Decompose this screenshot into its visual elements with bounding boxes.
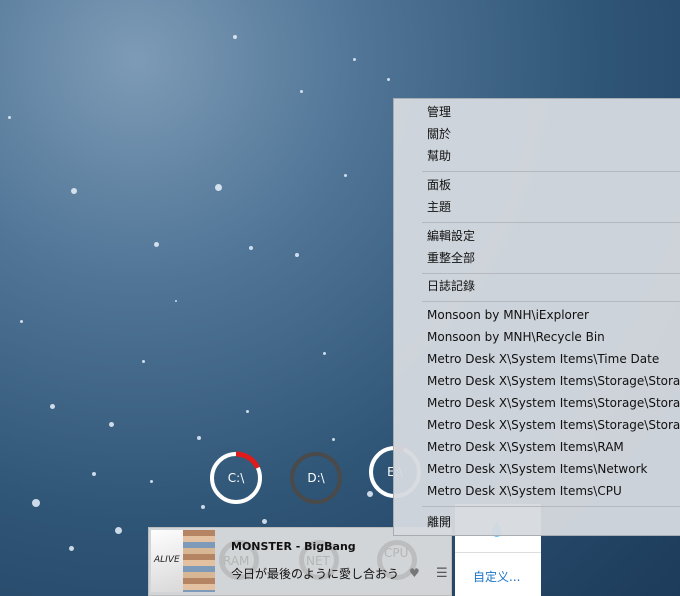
menu-divider — [422, 171, 680, 172]
menu-item-theme[interactable]: 主題 — [427, 196, 451, 218]
menu-item-about[interactable]: 關於 — [427, 123, 451, 145]
menu-item-skin[interactable]: Metro Desk X\System Items\RAM — [427, 436, 624, 458]
music-player[interactable]: ALIVE RAM NET CPU MONSTER - BigBang 今日が最… — [148, 527, 452, 596]
drive-c-gauge[interactable]: C:\ — [208, 450, 264, 506]
snowflake — [32, 499, 40, 507]
menu-item-skin[interactable]: Monsoon by MNH\iExplorer — [427, 304, 589, 326]
snowflake — [249, 246, 253, 250]
menu-divider — [422, 222, 680, 223]
snowflake — [344, 174, 347, 177]
menu-item-skin[interactable]: Metro Desk X\System Items\Storage\Storag… — [427, 414, 680, 436]
cpu-ghost-label: CPU — [384, 546, 409, 560]
snowflake — [50, 404, 55, 409]
snowflake — [142, 360, 145, 363]
menu-item-help[interactable]: 幫助 — [427, 145, 451, 167]
menu-item-skin[interactable]: Metro Desk X\System Items\Network — [427, 458, 647, 480]
snowflake — [300, 90, 303, 93]
context-menu: 管理 關於 幫助 面板 主題 編輯設定 重整全部 日誌記錄 Monsoon by… — [393, 98, 680, 536]
menu-item-skin[interactable]: Metro Desk X\System Items\Storage\Storag… — [427, 392, 680, 414]
snowflake — [246, 410, 249, 413]
snowflake — [353, 58, 356, 61]
menu-item-edit-settings[interactable]: 編輯設定 — [427, 225, 475, 247]
snowflake — [215, 184, 222, 191]
menu-divider — [422, 301, 680, 302]
menu-item-manage[interactable]: 管理 — [427, 101, 451, 123]
album-title: ALIVE — [154, 555, 180, 565]
lyric-line: 今日が最後のように愛し合おう — [231, 567, 400, 581]
snowflake — [8, 116, 11, 119]
snowflake — [262, 519, 267, 524]
snowflake — [71, 188, 77, 194]
heart-icon[interactable]: ♥ — [409, 566, 420, 580]
snowflake — [197, 436, 201, 440]
drive-d-label: D:\ — [307, 471, 325, 485]
menu-divider — [422, 506, 680, 507]
snowflake — [69, 546, 74, 551]
snowflake — [387, 78, 390, 81]
drive-d-gauge[interactable]: D:\ — [288, 450, 344, 506]
snowflake — [175, 300, 177, 302]
menu-item-skin[interactable]: Monsoon by MNH\Recycle Bin — [427, 326, 605, 348]
snowflake — [233, 35, 237, 39]
menu-item-panel[interactable]: 面板 — [427, 174, 451, 196]
snowflake — [201, 505, 205, 509]
snowflake — [323, 352, 326, 355]
panel-divider — [455, 552, 541, 553]
menu-item-log[interactable]: 日誌記錄 — [427, 275, 475, 297]
menu-item-refresh-all[interactable]: 重整全部 — [427, 247, 475, 269]
snowflake — [115, 527, 122, 534]
album-art: ALIVE — [151, 530, 215, 592]
snowflake — [20, 320, 23, 323]
drive-c-label: C:\ — [227, 471, 245, 485]
snowflake — [150, 480, 153, 483]
menu-item-skin[interactable]: Metro Desk X\System Items\CPU — [427, 480, 622, 502]
customize-link[interactable]: 自定义... — [473, 568, 520, 585]
snowflake — [332, 438, 335, 441]
snowflake — [295, 253, 299, 257]
menu-item-skin[interactable]: Metro Desk X\System Items\Time Date — [427, 348, 659, 370]
menu-divider — [422, 273, 680, 274]
menu-item-exit[interactable]: 離開 — [427, 511, 451, 533]
snowflake — [92, 472, 96, 476]
snowflake — [109, 422, 114, 427]
menu-item-skin[interactable]: Metro Desk X\System Items\Storage\Storag… — [427, 370, 680, 392]
list-icon[interactable]: ☰ — [436, 566, 448, 581]
song-title: MONSTER - BigBang — [231, 540, 356, 553]
snowflake — [154, 242, 159, 247]
